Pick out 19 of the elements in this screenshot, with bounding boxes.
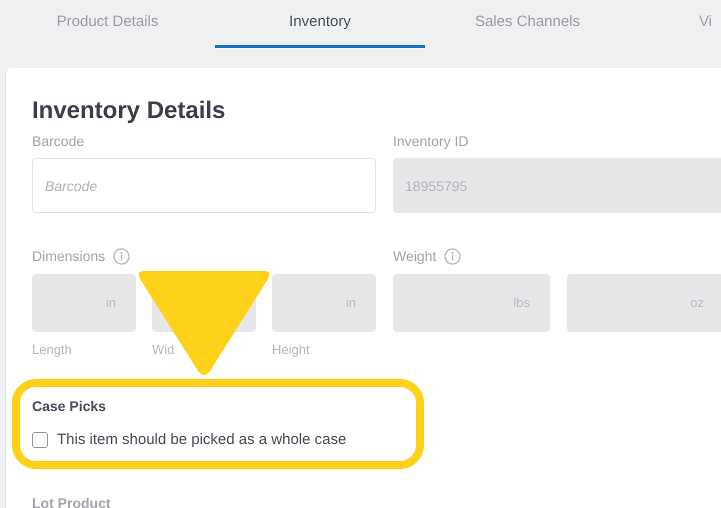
field-label: Case Picks bbox=[32, 396, 107, 416]
info-icon[interactable] bbox=[444, 248, 462, 264]
checkbox[interactable] bbox=[32, 432, 48, 448]
field-label: Lot Product bbox=[32, 494, 112, 508]
field-caption: Height bbox=[272, 341, 311, 359]
checkbox-label: This item should be picked as a whole case bbox=[57, 430, 346, 450]
field-label: Barcode bbox=[32, 132, 86, 149]
tab[interactable]: Inventory bbox=[215, 0, 425, 48]
tab[interactable]: Sales Channels bbox=[425, 0, 630, 48]
field-label: Inventory ID bbox=[393, 132, 470, 149]
tab[interactable]: Vi bbox=[630, 0, 721, 48]
field-caption: Wid bbox=[152, 341, 176, 359]
field-label: Weight bbox=[393, 246, 436, 266]
field-label: Dimensions bbox=[32, 246, 106, 266]
field-caption: Length bbox=[32, 341, 73, 359]
tab[interactable]: Product Details bbox=[0, 0, 215, 48]
barcode-input-field[interactable]: Barcode bbox=[32, 158, 376, 213]
section-title: Inventory Details bbox=[32, 96, 226, 126]
info-icon[interactable] bbox=[113, 248, 130, 264]
